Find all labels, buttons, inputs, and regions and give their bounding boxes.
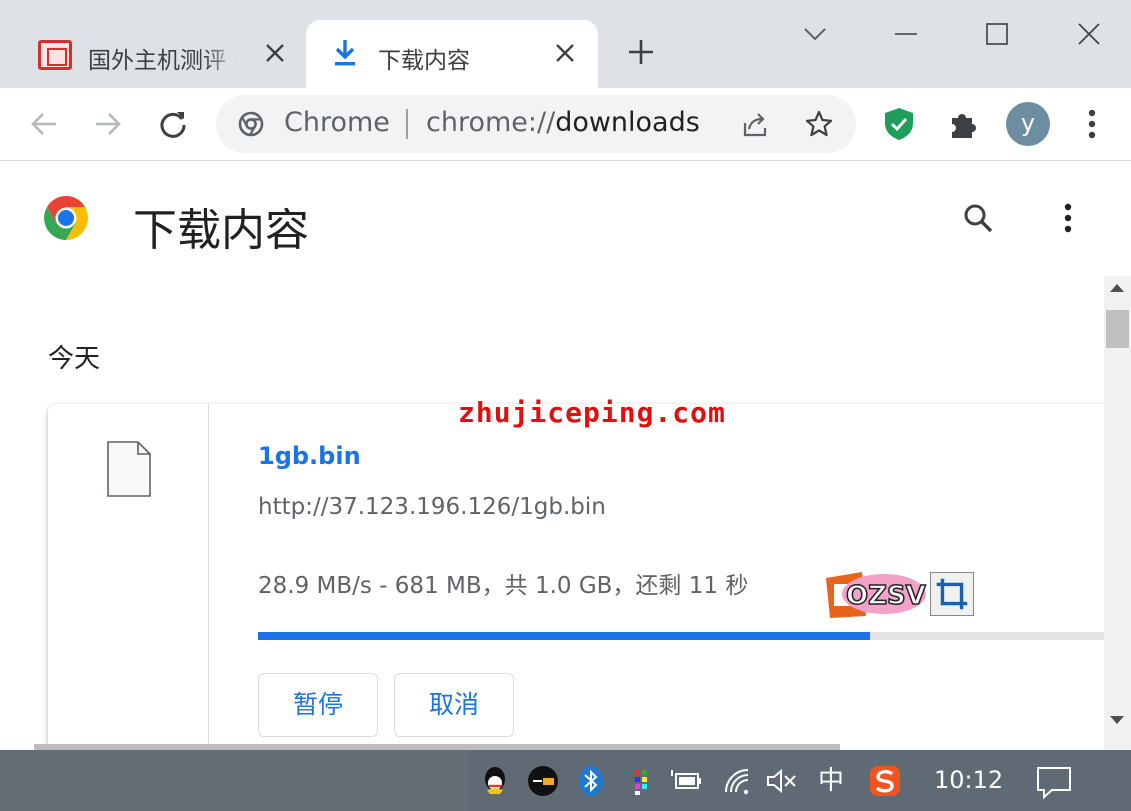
taskbar-left-area: [0, 750, 470, 811]
url-scheme: chrome://: [426, 107, 556, 138]
download-progress-fill: [258, 632, 870, 640]
notification-center-icon[interactable]: [1034, 764, 1074, 800]
scroll-up-arrow-icon[interactable]: [1110, 284, 1124, 292]
qq-icon[interactable]: [478, 764, 512, 798]
app-icon[interactable]: [526, 764, 560, 798]
maximize-icon[interactable]: [981, 18, 1013, 50]
sogou-input-icon[interactable]: [868, 764, 902, 798]
reload-icon[interactable]: [155, 106, 191, 142]
chrome-logo-icon: [44, 196, 88, 240]
vertical-scrollbar[interactable]: [1104, 276, 1131, 750]
omnibox-chip: Chrome: [284, 107, 390, 138]
scroll-down-arrow-icon[interactable]: [1110, 716, 1124, 724]
page-title: 下载内容: [133, 205, 309, 256]
download-progress-bar: [258, 632, 1131, 640]
file-name-link[interactable]: 1gb.bin: [258, 442, 361, 470]
download-status: 28.9 MB/s - 681 MB，共 1.0 GB，还剩 11 秒: [258, 573, 749, 599]
minimize-icon[interactable]: [890, 18, 922, 50]
chrome-site-icon[interactable]: [238, 111, 264, 137]
shield-extension-icon[interactable]: [882, 106, 916, 142]
forward-arrow-icon[interactable]: [90, 106, 126, 142]
close-icon[interactable]: [262, 40, 288, 66]
volume-muted-icon[interactable]: [764, 764, 798, 798]
url-host: downloads: [555, 107, 700, 138]
profile-avatar[interactable]: y: [1006, 102, 1050, 146]
share-icon[interactable]: [740, 110, 770, 140]
file-source-url[interactable]: http://37.123.196.126/1gb.bin: [258, 494, 606, 520]
more-actions-icon[interactable]: [1058, 200, 1078, 236]
svg-text:OZSV: OZSV: [846, 581, 926, 611]
file-icon: [107, 441, 151, 497]
tab-downloads[interactable]: 下载内容: [306, 20, 598, 88]
site-favicon-icon: [38, 40, 72, 70]
address-bar[interactable]: Chrome chrome://downloads: [216, 95, 856, 153]
downloads-page: 下载内容 今天 1gb.bin http://37.123.196.126/1g…: [0, 162, 1131, 750]
search-icon[interactable]: [960, 200, 996, 236]
taskbar-clock[interactable]: 10:12: [934, 766, 1003, 794]
card-divider: [208, 404, 209, 750]
new-tab-plus-icon[interactable]: [626, 37, 656, 67]
extensions-puzzle-icon[interactable]: [946, 108, 980, 142]
omnibox-separator: [406, 109, 408, 139]
cancel-button[interactable]: 取消: [394, 673, 514, 737]
battery-icon[interactable]: [670, 764, 704, 798]
back-arrow-icon[interactable]: [26, 106, 62, 142]
pause-button[interactable]: 暂停: [258, 673, 378, 737]
bluetooth-icon[interactable]: [574, 764, 608, 798]
ime-mode-indicator[interactable]: 中: [814, 764, 848, 798]
browser-menu-icon[interactable]: [1080, 106, 1104, 142]
crop-icon[interactable]: [930, 572, 974, 616]
site-watermark: zhujiceping.com: [458, 396, 726, 429]
window-close-icon[interactable]: [1073, 18, 1105, 50]
date-section-header: 今天: [48, 344, 101, 374]
tab-title: 下载内容: [378, 48, 470, 74]
browser-toolbar: Chrome chrome://downloads y: [0, 88, 1131, 161]
scroll-thumb[interactable]: [1106, 310, 1129, 348]
close-icon[interactable]: [552, 40, 578, 66]
download-icon: [335, 40, 355, 66]
tab-search-chevron-down-icon[interactable]: [799, 18, 831, 50]
omnibox-url[interactable]: chrome://downloads: [426, 107, 700, 138]
color-app-icon[interactable]: [624, 764, 658, 798]
windows-taskbar: 中 10:12: [0, 750, 1131, 811]
page-header: 下载内容: [0, 162, 1104, 274]
ozsv-sticker-icon: OZSV: [826, 572, 927, 618]
tab-zhujiceping[interactable]: 国外主机测评 -: [20, 20, 298, 88]
tab-title: 国外主机测评 -: [88, 48, 238, 74]
bookmark-star-icon[interactable]: [804, 109, 834, 139]
tab-strip: 国外主机测评 - 下载内容: [0, 0, 1131, 88]
wifi-icon[interactable]: [720, 764, 754, 798]
